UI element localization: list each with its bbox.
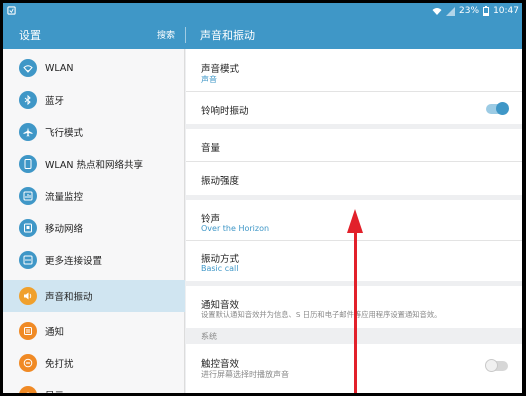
touch-sounds-title: 触控音效 xyxy=(201,359,240,370)
sidebar-item-notifications[interactable]: 通知 xyxy=(3,315,185,347)
notification-status-icon xyxy=(7,6,16,15)
sidebar-item-airplane-mode[interactable]: 飞行模式 xyxy=(3,116,185,148)
sidebar-item-sound[interactable]: 声音和振动 xyxy=(3,280,185,312)
sidebar-item-do-not-disturb[interactable]: 免打扰 xyxy=(3,347,185,379)
vibration-pattern-title: 振动方式 xyxy=(201,254,240,265)
airplane-icon xyxy=(19,123,37,141)
search-button[interactable]: 搜索 xyxy=(157,28,175,41)
vibrate-when-ringing-row[interactable]: 铃响时振动 xyxy=(186,92,522,124)
sidebar-item-label: 免打扰 xyxy=(45,359,74,370)
battery-icon xyxy=(483,6,490,16)
system-section-label: 系统 xyxy=(201,332,217,341)
notification-icon xyxy=(19,322,37,340)
screen: 23% 10:47 设置 搜索 声音和振动 WLAN 蓝牙 飞行模式 WLAN … xyxy=(3,3,522,393)
sidebar-item-label: WLAN xyxy=(45,62,74,74)
vibrate-when-ringing-toggle[interactable] xyxy=(486,102,509,115)
sidebar-item-data-usage[interactable]: 流量监控 xyxy=(3,180,185,212)
signal-status-icon xyxy=(446,6,456,16)
sidebar-item-label: 流量监控 xyxy=(45,192,84,203)
sidebar-item-label: 飞行模式 xyxy=(45,128,84,139)
display-icon xyxy=(19,386,37,393)
annotation-arrow-head xyxy=(347,209,363,233)
sidebar-item-label: 蓝牙 xyxy=(45,96,65,107)
sidebar-item-label: 显示 xyxy=(45,388,64,393)
sidebar-item-label: 声音和振动 xyxy=(45,292,93,303)
device-frame: 23% 10:47 设置 搜索 声音和振动 WLAN 蓝牙 飞行模式 WLAN … xyxy=(0,0,526,396)
wifi-icon xyxy=(19,59,37,77)
sidebar-item-label: WLAN 热点和网络共享 xyxy=(45,160,144,171)
sound-mode-value: 声音 xyxy=(201,75,217,84)
data-usage-icon xyxy=(19,187,37,205)
hotspot-icon xyxy=(19,155,37,173)
notification-sounds-description: 设置默认通知音效并为信息、S 日历和电子邮件等应用程序设置通知音效。 xyxy=(201,310,442,319)
ringtone-value: Over the Horizon xyxy=(201,224,270,233)
bluetooth-icon xyxy=(19,91,37,109)
sidebar-item-mobile-network[interactable]: 移动网络 xyxy=(3,212,185,244)
notification-sounds-title: 通知音效 xyxy=(201,300,240,311)
sound-mode-title: 声音模式 xyxy=(201,64,240,75)
sidebar-item-more-connections[interactable]: 更多连接设置 xyxy=(3,244,185,276)
settings-title: 设置 xyxy=(19,29,41,42)
vibration-pattern-value: Basic call xyxy=(201,264,239,273)
vibration-intensity-title: 振动强度 xyxy=(201,176,240,187)
action-bar: 设置 搜索 声音和振动 xyxy=(3,19,522,49)
clock: 10:47 xyxy=(493,6,519,16)
volume-row[interactable]: 音量 xyxy=(186,129,522,162)
wifi-status-icon xyxy=(432,7,442,15)
settings-sidebar: WLAN 蓝牙 飞行模式 WLAN 热点和网络共享 流量监控 移动网络 更多连接… xyxy=(3,49,185,393)
sidebar-item-label: 移动网络 xyxy=(45,224,84,235)
mobile-network-icon xyxy=(19,219,37,237)
more-connections-icon xyxy=(19,251,37,269)
toggle-knob xyxy=(496,102,509,115)
toggle-knob xyxy=(485,359,498,372)
sidebar-item-label: 更多连接设置 xyxy=(45,256,103,267)
sound-icon xyxy=(19,287,37,305)
sound-mode-row[interactable]: 声音模式 声音 xyxy=(186,49,522,92)
status-bar: 23% 10:47 xyxy=(3,3,522,19)
ringtone-title: 铃声 xyxy=(201,214,221,225)
sidebar-item-wlan[interactable]: WLAN xyxy=(3,52,185,84)
sidebar-item-hotspot[interactable]: WLAN 热点和网络共享 xyxy=(3,148,185,180)
volume-title: 音量 xyxy=(201,143,221,154)
action-bar-divider xyxy=(185,27,186,43)
vibration-intensity-row[interactable]: 振动强度 xyxy=(186,162,522,195)
battery-percent: 23% xyxy=(459,6,480,16)
sidebar-item-bluetooth[interactable]: 蓝牙 xyxy=(3,84,185,116)
sidebar-item-display[interactable]: 显示 xyxy=(3,379,185,393)
touch-sounds-toggle[interactable] xyxy=(485,359,508,372)
annotation-arrow-shaft xyxy=(354,225,357,393)
page-title: 声音和振动 xyxy=(200,29,255,42)
touch-sounds-description: 进行屏幕选择时播放声音 xyxy=(201,370,289,379)
vibrate-when-ringing-title: 铃响时振动 xyxy=(201,106,249,117)
dnd-icon xyxy=(19,354,37,372)
sidebar-item-label: 通知 xyxy=(45,327,65,338)
